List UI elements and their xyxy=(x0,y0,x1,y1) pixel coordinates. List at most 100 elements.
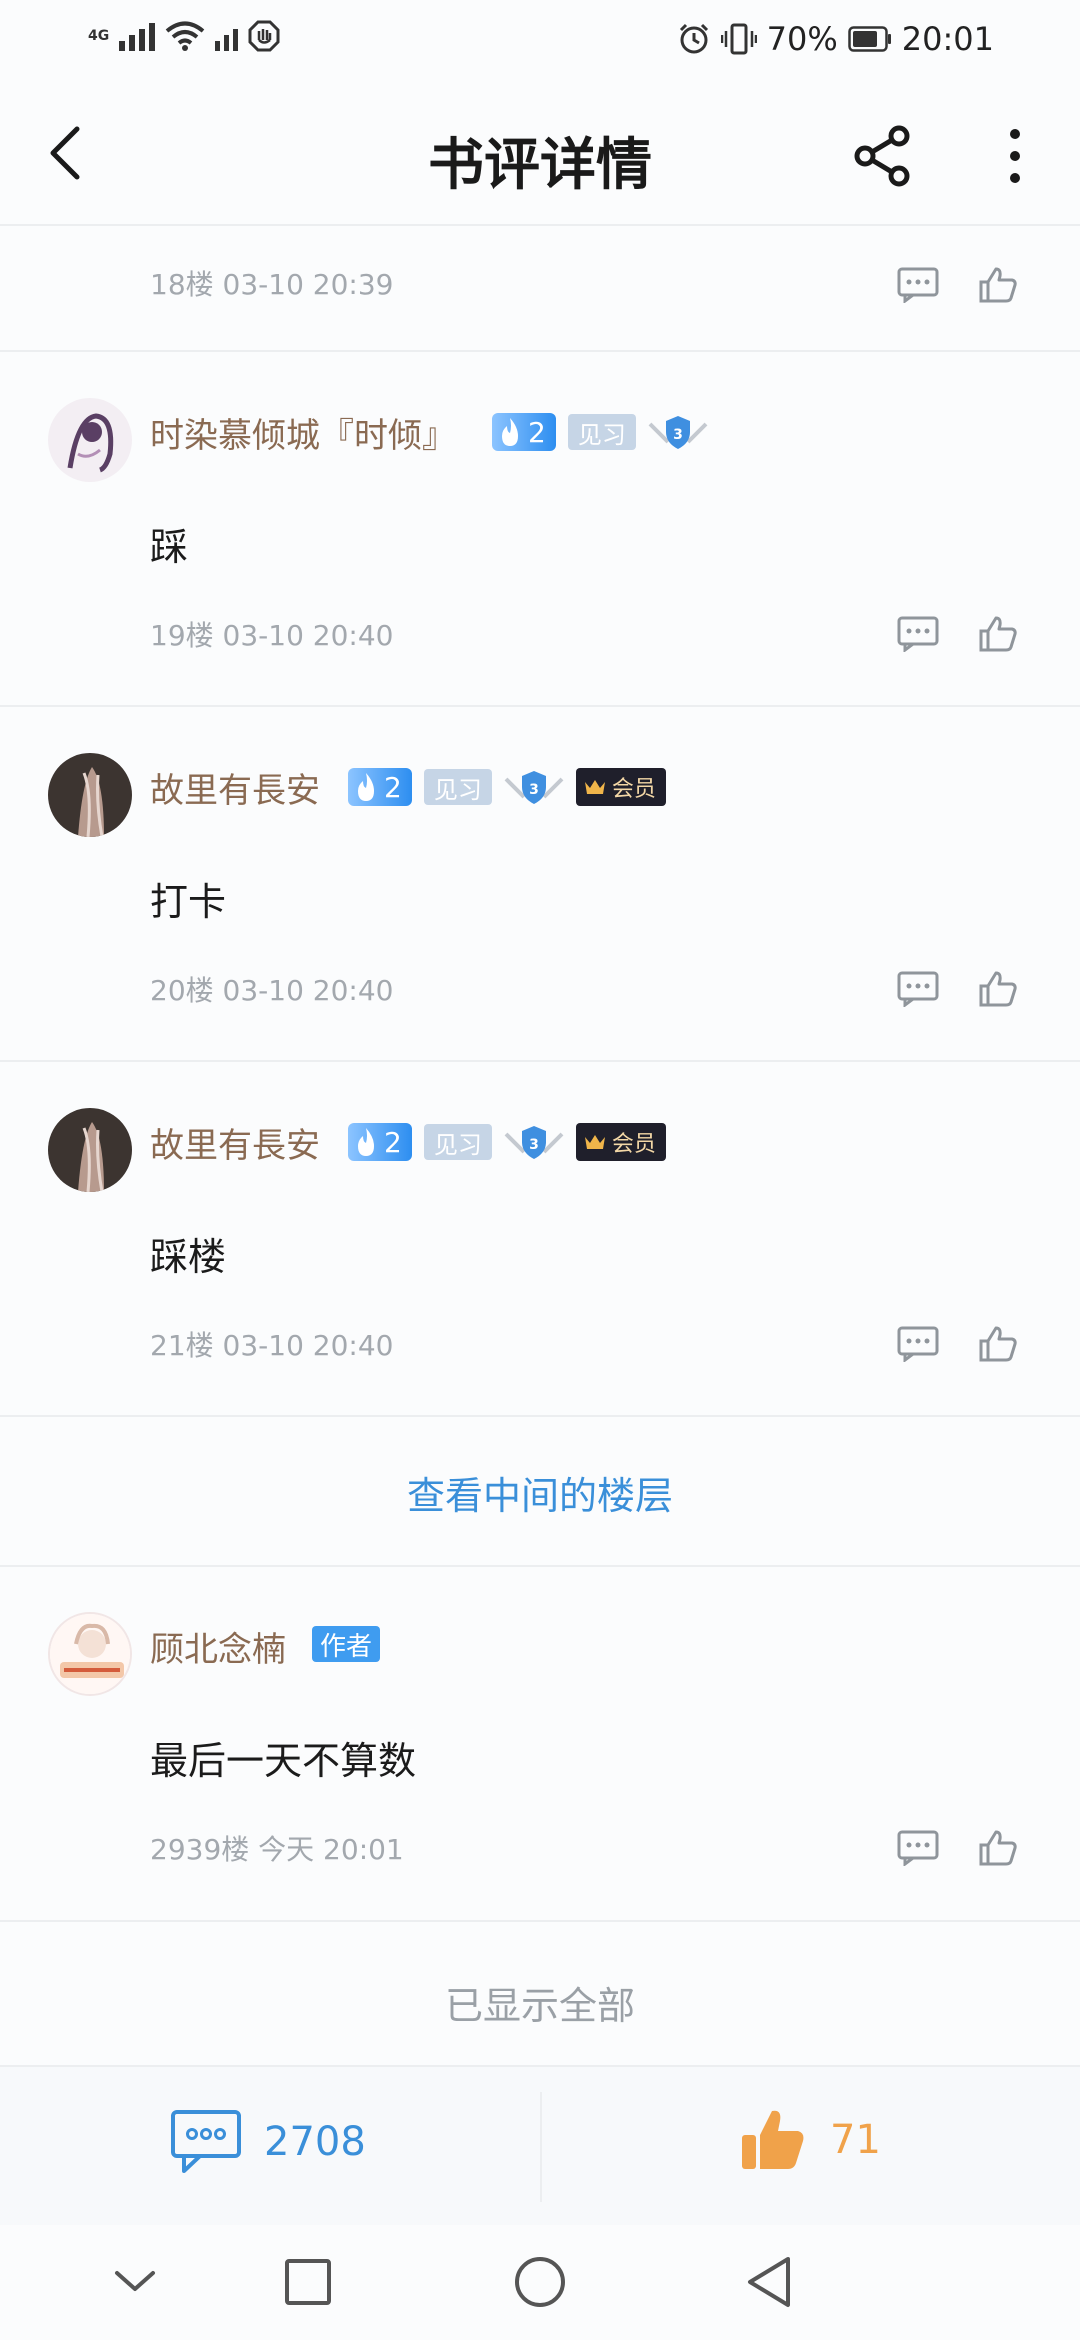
comment-icon xyxy=(897,971,939,1007)
square-icon xyxy=(285,2259,331,2305)
battery-icon xyxy=(848,26,891,52)
comment-icon xyxy=(897,1830,939,1866)
floor-divider xyxy=(0,1415,1080,1417)
circle-icon xyxy=(515,2257,565,2307)
floor-divider xyxy=(0,705,1080,707)
member-badge: 会员 xyxy=(575,1123,666,1161)
like-button[interactable] xyxy=(968,1818,1028,1878)
floor-meta: 2939楼 今天 20:01 xyxy=(150,1833,404,1866)
floor-divider xyxy=(0,1565,1080,1567)
comment-text: 打卡 xyxy=(150,880,227,924)
user-badges: 作者 xyxy=(312,1626,381,1662)
reply-button[interactable] xyxy=(888,1818,948,1878)
list-item: 顾北念楠 作者 最后一天不算数 2939楼 今天 20:01 xyxy=(0,1612,1080,1912)
comment-icon xyxy=(897,616,939,652)
share-button[interactable] xyxy=(845,118,920,193)
more-options-button[interactable] xyxy=(985,118,1045,193)
like-count: 71 xyxy=(830,2117,881,2163)
list-item: 时染慕倾城『时倾』 2 见习 3 踩 19楼 03-10 20:40 xyxy=(0,398,1080,698)
list-item: 故里有長安 2 见习 3 会员 打卡 20楼 03-10 20:40 xyxy=(0,753,1080,1053)
like-button[interactable] xyxy=(968,959,1028,1019)
more-vertical-icon xyxy=(1010,128,1020,183)
like-button[interactable] xyxy=(968,604,1028,664)
share-icon xyxy=(854,125,909,186)
svg-text:3: 3 xyxy=(529,1137,539,1153)
svg-text:3: 3 xyxy=(529,782,539,798)
floor-meta: 21楼 03-10 20:40 xyxy=(150,1329,394,1362)
flame-icon xyxy=(358,1128,374,1156)
thumbs-up-icon xyxy=(979,971,1017,1007)
floor-meta: 19楼 03-10 20:40 xyxy=(150,619,394,652)
nav-back-button[interactable] xyxy=(734,2247,804,2317)
thumbs-up-filled-icon xyxy=(742,2110,804,2169)
alarm-icon xyxy=(679,23,708,54)
comments-button[interactable]: 2708 xyxy=(170,2109,366,2175)
crown-icon xyxy=(584,780,605,794)
battery-percent: 70% xyxy=(766,20,838,58)
member-badge: 会员 xyxy=(575,768,666,806)
fan-level-badge: 2 xyxy=(492,413,556,451)
reply-button[interactable] xyxy=(888,604,948,664)
fan-level-badge: 2 xyxy=(348,1123,412,1161)
reply-button[interactable] xyxy=(888,255,948,315)
hand-stop-icon xyxy=(248,20,280,52)
like-post-button[interactable]: 71 xyxy=(738,2105,881,2175)
wifi-icon xyxy=(165,21,205,51)
flame-icon xyxy=(502,418,518,446)
svg-text:3: 3 xyxy=(673,427,683,443)
bottom-action-bar: 2708 71 xyxy=(0,2065,1080,2225)
nav-collapse-button[interactable] xyxy=(100,2247,170,2317)
status-bar: 4G 70% 20:01 xyxy=(0,0,1080,80)
action-bar-separator xyxy=(540,2092,542,2202)
username[interactable]: 时染慕倾城『时倾』 xyxy=(150,408,456,457)
top-app-bar: 书评详情 xyxy=(0,80,1080,225)
avatar[interactable] xyxy=(48,1612,132,1696)
comment-icon xyxy=(897,1326,939,1362)
like-button[interactable] xyxy=(968,255,1028,315)
clock: 20:01 xyxy=(901,20,994,58)
rank-badge: 见习 xyxy=(567,414,636,450)
username[interactable]: 故里有長安 xyxy=(150,763,320,812)
username[interactable]: 故里有長安 xyxy=(150,1118,320,1167)
comment-text: 踩 xyxy=(150,525,189,569)
avatar[interactable] xyxy=(48,753,132,837)
nav-home-button[interactable] xyxy=(505,2247,575,2317)
comment-bubble-icon xyxy=(171,2110,241,2173)
username[interactable]: 顾北念楠 xyxy=(150,1622,286,1671)
shield-level-icon: 3 xyxy=(504,771,564,804)
shield-level-icon: 3 xyxy=(648,416,708,449)
flame-icon xyxy=(358,773,374,801)
view-middle-floors-link[interactable]: 查看中间的楼层 xyxy=(0,1465,1080,1520)
floor-divider xyxy=(0,1060,1080,1062)
cell-signal-2-icon xyxy=(215,21,239,51)
thumbs-up-icon xyxy=(979,616,1017,652)
network-type: 4G xyxy=(88,28,110,44)
floor-meta: 18楼 03-10 20:39 xyxy=(150,268,394,301)
vibrate-icon xyxy=(720,23,757,55)
crown-icon xyxy=(584,1135,605,1149)
floor-divider xyxy=(0,350,1080,352)
nav-recents-button[interactable] xyxy=(273,2247,343,2317)
list-item: 故里有長安 2 见习 3 会员 踩楼 21楼 03-10 20:40 xyxy=(0,1108,1080,1408)
end-of-list-text: 已显示全部 xyxy=(444,1984,635,2028)
comment-icon xyxy=(897,267,939,303)
user-badges: 2 见习 3 xyxy=(492,412,708,452)
rank-badge: 见习 xyxy=(423,1124,492,1160)
triangle-back-icon xyxy=(748,2257,790,2307)
user-badges: 2 见习 3 会员 xyxy=(348,1122,666,1162)
comment-text: 踩楼 xyxy=(150,1235,227,1279)
floor-meta: 20楼 03-10 20:40 xyxy=(150,974,394,1007)
list-item: 18楼 03-10 20:39 xyxy=(0,225,1080,350)
reply-button[interactable] xyxy=(888,959,948,1019)
floor-divider xyxy=(0,1920,1080,1922)
cell-signal-icon xyxy=(119,21,156,51)
author-badge: 作者 xyxy=(312,1626,381,1662)
thumbs-up-icon xyxy=(979,1830,1017,1866)
like-button[interactable] xyxy=(968,1314,1028,1374)
chevron-down-icon xyxy=(115,2271,155,2291)
reply-button[interactable] xyxy=(888,1314,948,1374)
avatar[interactable] xyxy=(48,1108,132,1192)
shield-level-icon: 3 xyxy=(504,1126,564,1159)
avatar[interactable] xyxy=(48,398,132,482)
comment-text: 最后一天不算数 xyxy=(150,1739,417,1783)
